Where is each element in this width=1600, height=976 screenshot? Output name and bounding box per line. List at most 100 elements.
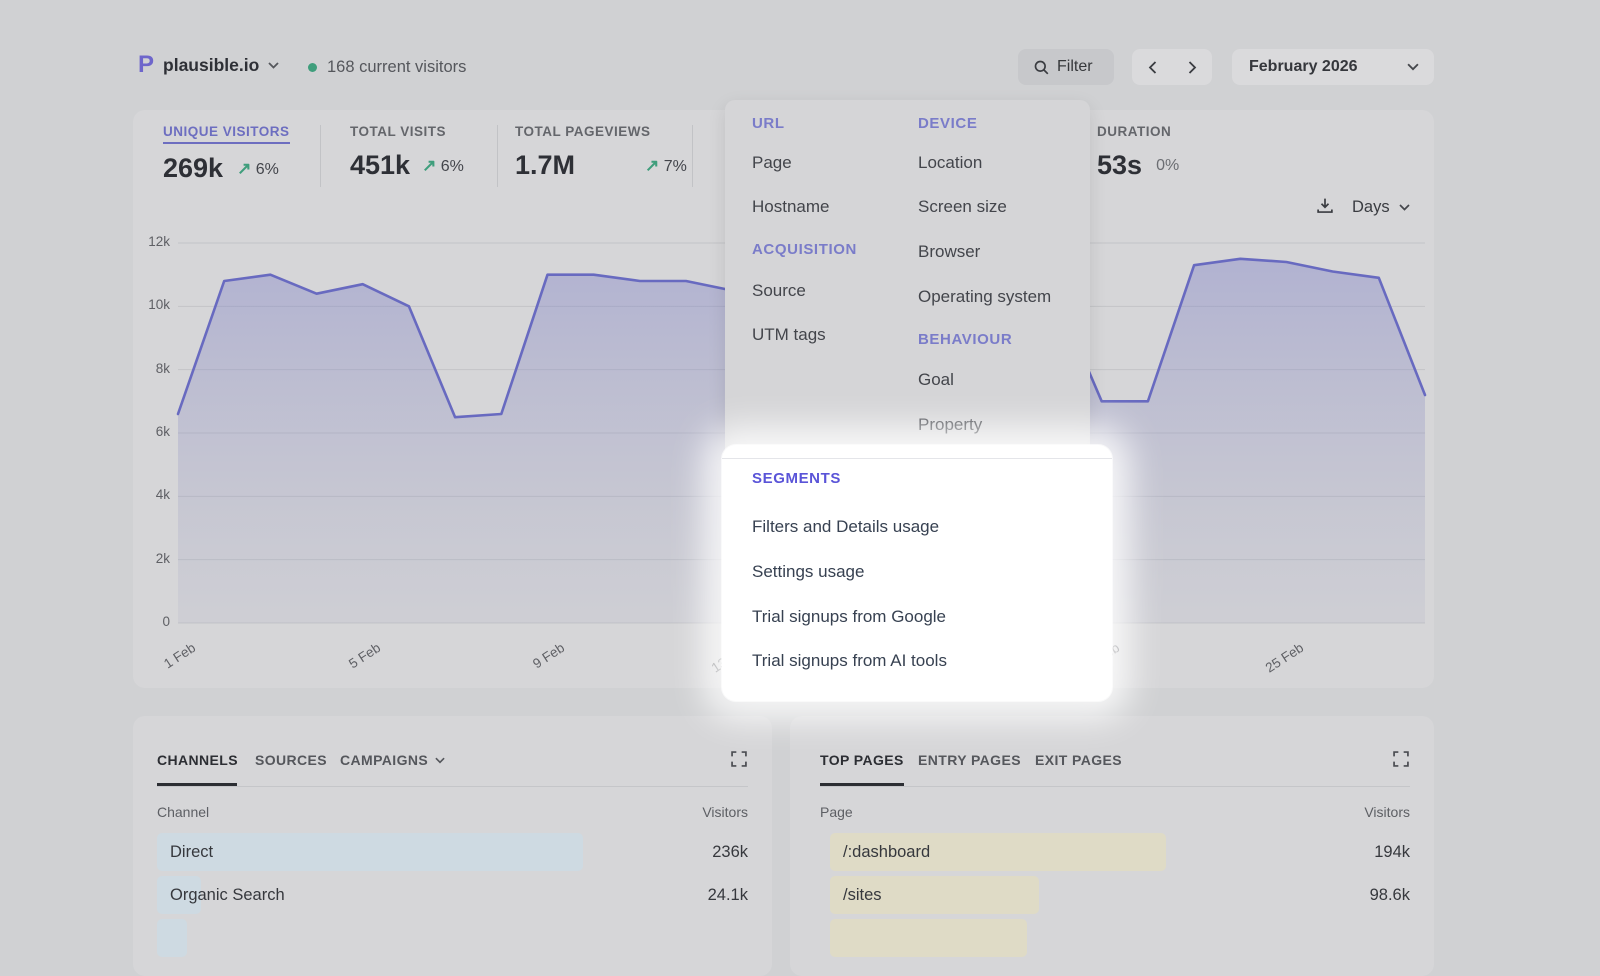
tab-entry-pages[interactable]: ENTRY PAGES: [918, 752, 1021, 768]
stat-unique-visitors[interactable]: UNIQUE VISITORS 269k ↗ 6%: [163, 124, 290, 184]
up-arrow-icon: ↗: [422, 156, 436, 175]
stat-label: TOTAL VISITS: [350, 124, 464, 139]
stat-change: 0%: [1156, 157, 1179, 175]
segments-separator: [722, 458, 1112, 459]
pages-expand-button[interactable]: [1393, 751, 1409, 767]
interval-label: Days: [1352, 198, 1390, 217]
filter-item-operating-system[interactable]: Operating system: [918, 287, 1051, 307]
column-header-channel: Channel: [157, 804, 209, 820]
stat-total-visits[interactable]: TOTAL VISITS 451k ↗ 6%: [350, 124, 464, 181]
tab-exit-pages[interactable]: EXIT PAGES: [1035, 752, 1122, 768]
interval-select[interactable]: Days: [1352, 198, 1410, 217]
stat-change: 6%: [256, 161, 279, 178]
expand-icon: [731, 751, 747, 767]
filter-item-source[interactable]: Source: [752, 281, 806, 301]
tab-channels[interactable]: CHANNELS: [157, 752, 238, 768]
tab-separator: [820, 786, 1410, 787]
segment-trial-signups-from-google[interactable]: Trial signups from Google: [752, 607, 946, 627]
stat-divider: [692, 125, 693, 187]
tab-top-pages[interactable]: TOP PAGES: [820, 752, 904, 768]
filter-button[interactable]: Filter: [1018, 49, 1114, 85]
tab-campaigns[interactable]: CAMPAIGNS: [340, 752, 445, 768]
live-dot-icon: [308, 63, 317, 72]
table-row[interactable]: Direct 236k: [157, 833, 748, 871]
stat-change: 7%: [664, 158, 687, 175]
stat-label: UNIQUE VISITORS: [163, 124, 290, 144]
segments-section-title: SEGMENTS: [752, 470, 841, 487]
export-button[interactable]: [1316, 197, 1334, 215]
column-header-page: Page: [820, 804, 853, 820]
search-icon: [1034, 60, 1049, 75]
y-tick-label: 0: [130, 614, 170, 629]
filter-item-page[interactable]: Page: [752, 153, 792, 173]
filter-item-hostname[interactable]: Hostname: [752, 197, 829, 217]
stat-value: 451k: [350, 150, 410, 181]
stat-divider: [320, 125, 321, 187]
channels-expand-button[interactable]: [731, 751, 747, 767]
current-visitors-label: 168 current visitors: [327, 58, 466, 77]
y-tick-label: 8k: [130, 361, 170, 376]
stat-value: 1.7M: [515, 150, 575, 181]
row-value: 98.6k: [1370, 876, 1410, 914]
filter-item-utm-tags[interactable]: UTM tags: [752, 325, 826, 345]
stat-total-pageviews[interactable]: TOTAL PAGEVIEWS 1.7M ↗ 7%: [515, 124, 687, 181]
column-header-visitors: Visitors: [690, 804, 748, 820]
date-nav: [1132, 49, 1212, 85]
y-tick-label: 2k: [130, 551, 170, 566]
row-name[interactable]: Organic Search: [170, 876, 285, 914]
row-name[interactable]: /:dashboard: [843, 833, 930, 871]
filter-item-goal[interactable]: Goal: [918, 370, 954, 390]
row-value: 236k: [712, 833, 748, 871]
prev-period-button[interactable]: [1148, 61, 1157, 74]
chevron-down-icon: [1399, 204, 1410, 211]
segment-filters-and-details-usage[interactable]: Filters and Details usage: [752, 517, 939, 537]
table-row[interactable]: Organic Search 24.1k: [157, 876, 748, 914]
filter-button-label: Filter: [1057, 58, 1093, 76]
row-bar: [830, 919, 1027, 957]
chevron-down-icon: [435, 757, 445, 764]
expand-icon: [1393, 751, 1409, 767]
tab-sources[interactable]: SOURCES: [255, 752, 327, 768]
y-tick-label: 6k: [130, 424, 170, 439]
stat-label: TOTAL PAGEVIEWS: [515, 124, 687, 139]
date-range-picker[interactable]: February 2026: [1232, 49, 1434, 85]
filter-item-location[interactable]: Location: [918, 153, 982, 173]
stat-divider: [497, 125, 498, 187]
row-value: 24.1k: [708, 876, 748, 914]
filter-item-property[interactable]: Property: [918, 415, 982, 435]
row-bar: [157, 833, 583, 871]
y-tick-label: 12k: [130, 234, 170, 249]
download-icon: [1316, 197, 1334, 215]
y-tick-label: 4k: [130, 487, 170, 502]
up-arrow-icon: ↗: [237, 159, 251, 178]
table-row[interactable]: [157, 919, 748, 957]
row-name[interactable]: /sites: [843, 876, 882, 914]
segment-trial-signups-from-ai-tools[interactable]: Trial signups from AI tools: [752, 651, 947, 671]
current-visitors[interactable]: 168 current visitors: [308, 58, 466, 77]
row-bar: [157, 919, 187, 957]
row-value: 194k: [1374, 833, 1410, 871]
next-period-button[interactable]: [1188, 61, 1197, 74]
stat-label: DURATION: [1097, 124, 1179, 139]
up-arrow-icon: ↗: [645, 156, 659, 175]
filter-section-behaviour: BEHAVIOUR: [918, 331, 1012, 348]
table-row[interactable]: /:dashboard 194k: [830, 833, 1410, 871]
tab-separator: [157, 786, 748, 787]
table-row[interactable]: [830, 919, 1410, 957]
filter-item-browser[interactable]: Browser: [918, 242, 980, 262]
y-tick-label: 10k: [130, 297, 170, 312]
filter-item-screen-size[interactable]: Screen size: [918, 197, 1007, 217]
segments-spotlight-panel: SEGMENTS Filters and Details usage Setti…: [722, 445, 1112, 701]
chevron-down-icon: [1407, 63, 1419, 71]
table-row[interactable]: /sites 98.6k: [830, 876, 1410, 914]
column-header-visitors: Visitors: [1352, 804, 1410, 820]
filter-section-url: URL: [752, 115, 785, 132]
chevron-down-icon: [268, 62, 279, 69]
segment-settings-usage[interactable]: Settings usage: [752, 562, 864, 582]
stat-value: 269k: [163, 153, 223, 184]
filter-section-acquisition: ACQUISITION: [752, 241, 857, 258]
tab-campaigns-label: CAMPAIGNS: [340, 752, 428, 768]
stat-duration[interactable]: DURATION 53s 0%: [1097, 124, 1179, 181]
row-name[interactable]: Direct: [170, 833, 213, 871]
site-switcher[interactable]: P plausible.io: [138, 53, 279, 77]
